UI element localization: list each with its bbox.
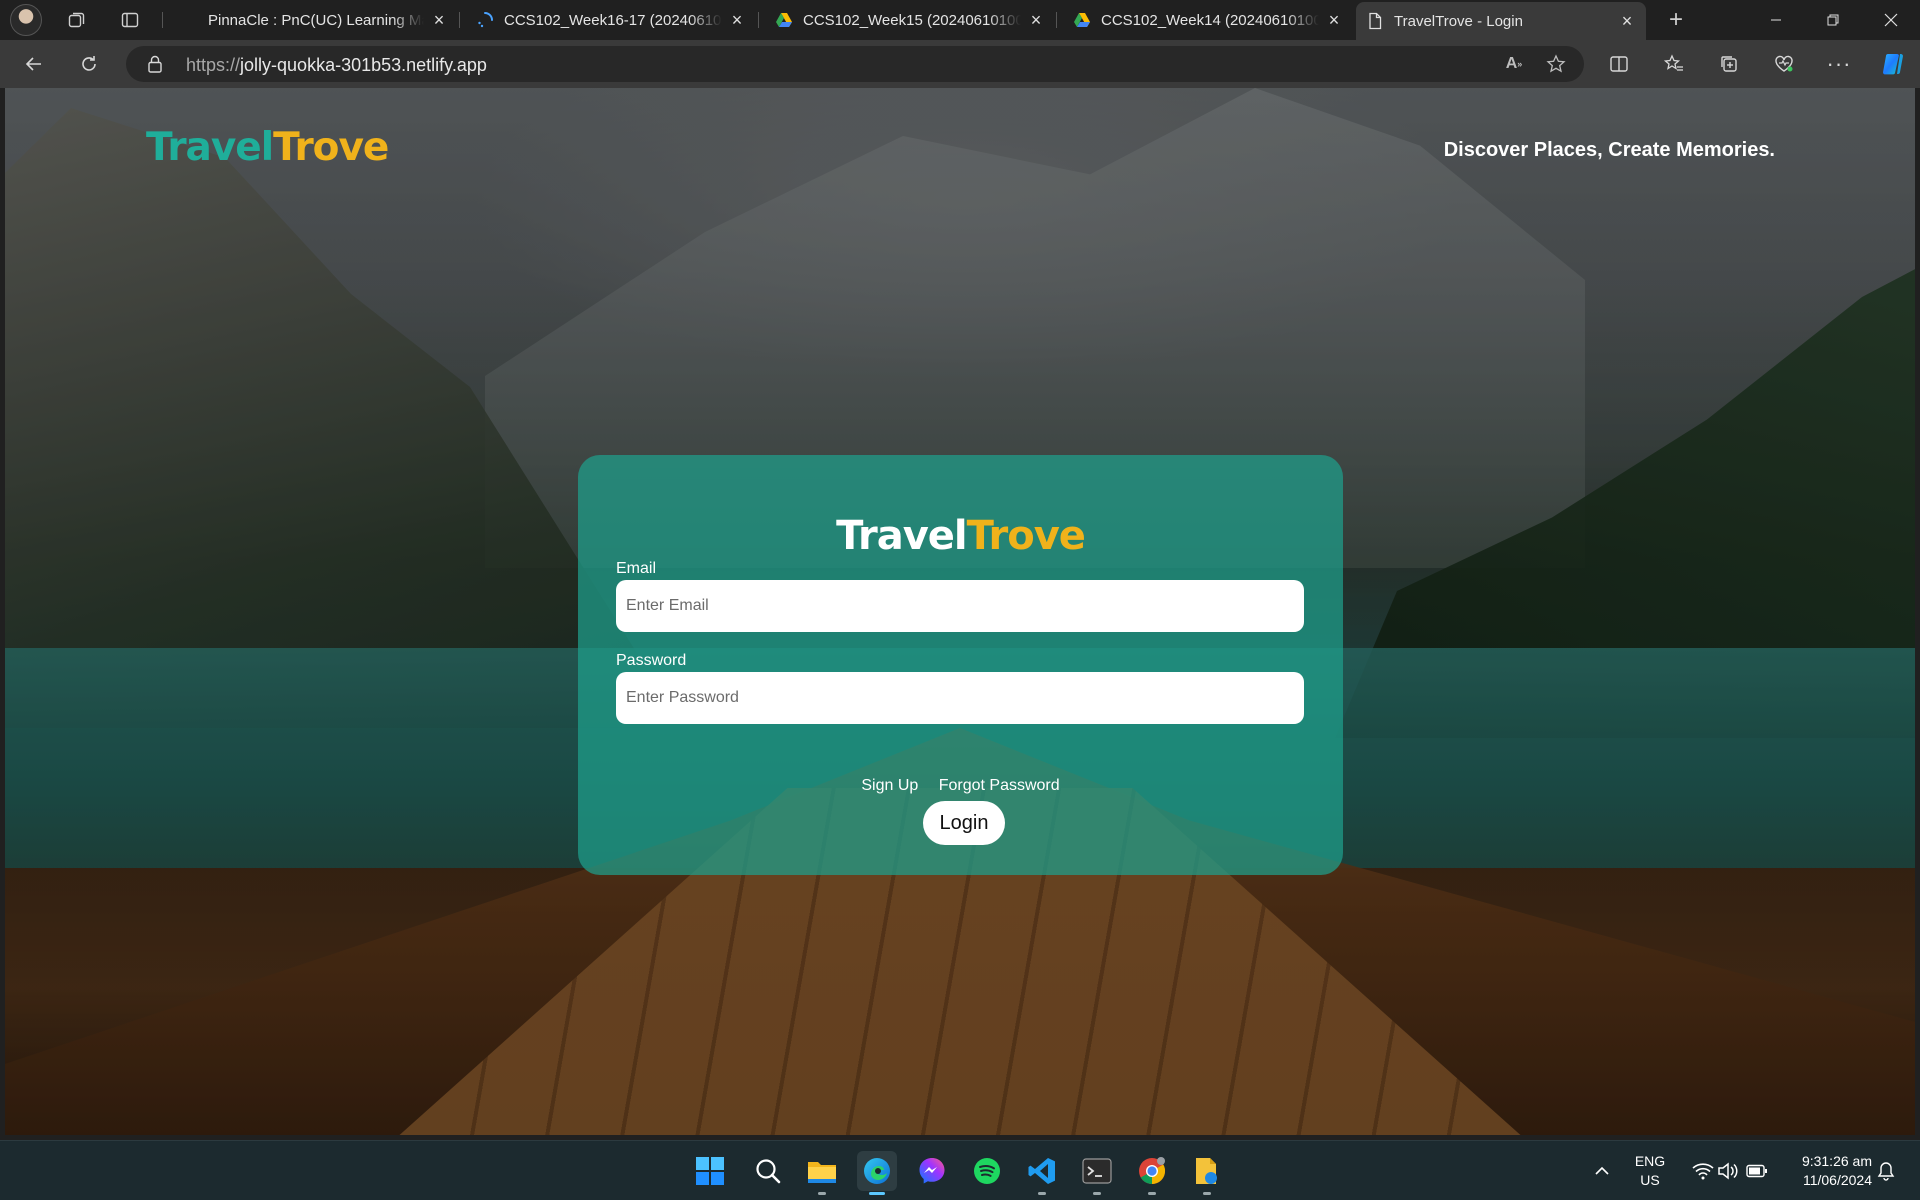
- card-title-travel: Travel: [836, 513, 968, 559]
- workspaces-icon[interactable]: [65, 8, 89, 32]
- file-app-icon[interactable]: [1187, 1151, 1227, 1195]
- site-logo[interactable]: TravelTrove: [146, 125, 389, 170]
- tab-pinnacle[interactable]: PinnaCle : PnC(UC) Learning Mar ×: [170, 4, 458, 36]
- language-indicator[interactable]: ENG US: [1628, 1152, 1672, 1190]
- site-tagline: Discover Places, Create Memories.: [1443, 139, 1775, 161]
- minimize-icon[interactable]: [1753, 0, 1799, 40]
- tab-title: CCS102_Week15 (2024061010085: [803, 11, 1021, 29]
- split-screen-icon[interactable]: [1605, 50, 1633, 78]
- favorites-icon[interactable]: [1660, 50, 1688, 78]
- search-icon[interactable]: [748, 1151, 788, 1191]
- url-text[interactable]: https://jolly-quokka-301b53.netlify.app: [186, 55, 487, 76]
- browser-tab-strip: PinnaCle : PnC(UC) Learning Mar × CCS102…: [0, 0, 1920, 40]
- page-icon: [1366, 12, 1384, 30]
- messenger-icon[interactable]: [912, 1151, 952, 1191]
- spotify-icon[interactable]: [967, 1151, 1007, 1191]
- tab-separator: [459, 12, 460, 28]
- url-host: jolly-quokka-301b53.netlify.app: [240, 55, 487, 75]
- window-close-icon[interactable]: [1868, 0, 1914, 40]
- close-icon[interactable]: ×: [1027, 10, 1045, 30]
- collections-icon[interactable]: [1715, 50, 1743, 78]
- login-button[interactable]: Login: [923, 801, 1005, 845]
- favorite-star-icon[interactable]: [1544, 52, 1568, 76]
- password-field[interactable]: [616, 672, 1304, 724]
- tab-actions-icon[interactable]: [118, 8, 142, 32]
- login-card: TravelTrove Email Password Sign Up Forgo…: [578, 455, 1343, 875]
- profile-avatar[interactable]: [10, 4, 42, 36]
- back-icon[interactable]: [20, 50, 48, 78]
- running-indicator: [818, 1192, 826, 1195]
- lock-icon[interactable]: [148, 55, 162, 73]
- vscode-icon[interactable]: [1022, 1151, 1062, 1195]
- copilot-icon[interactable]: [1879, 50, 1907, 78]
- page-viewport: TravelTrove Discover Places, Create Memo…: [5, 88, 1915, 1135]
- tab-title: CCS102_Week14 (2024061010085: [1101, 11, 1319, 29]
- clock-time: 9:31:26 am: [1801, 1153, 1872, 1169]
- browser-essentials-icon[interactable]: [1770, 50, 1798, 78]
- close-icon[interactable]: ×: [1325, 10, 1343, 30]
- running-indicator: [1148, 1192, 1156, 1195]
- running-indicator: [1038, 1192, 1046, 1195]
- close-icon[interactable]: ×: [430, 10, 448, 30]
- login-card-title: TravelTrove: [578, 513, 1343, 559]
- chrome-icon[interactable]: [1132, 1151, 1172, 1195]
- logo-part-trove: Trove: [273, 125, 389, 170]
- running-indicator: [1203, 1192, 1211, 1195]
- pinnacle-icon: [180, 11, 198, 29]
- tab-separator: [1056, 12, 1057, 28]
- tab-separator: [162, 12, 163, 28]
- tab-separator: [758, 12, 759, 28]
- address-bar[interactable]: https://jolly-quokka-301b53.netlify.app …: [126, 46, 1584, 82]
- close-icon[interactable]: ×: [1618, 11, 1636, 31]
- auth-links: Sign Up Forgot Password: [578, 777, 1343, 795]
- google-drive-icon: [1073, 11, 1091, 29]
- logo-part-travel: Travel: [146, 125, 274, 170]
- sign-up-link[interactable]: Sign Up: [861, 777, 918, 794]
- terminal-icon[interactable]: [1077, 1151, 1117, 1195]
- browser-toolbar: https://jolly-quokka-301b53.netlify.app …: [0, 40, 1920, 88]
- tab-title: TravelTrove - Login: [1394, 12, 1523, 30]
- read-aloud-icon[interactable]: A»: [1502, 52, 1526, 76]
- active-indicator: [869, 1192, 885, 1195]
- notification-bell-icon[interactable]: [1866, 1151, 1906, 1191]
- refresh-icon[interactable]: [75, 50, 103, 78]
- tab-title: CCS102_Week16-17 (20240610100: [504, 11, 722, 29]
- email-field[interactable]: [616, 580, 1304, 632]
- email-label: Email: [616, 560, 657, 577]
- region-code: US: [1640, 1172, 1660, 1188]
- show-hidden-icons-chevron-icon[interactable]: [1582, 1151, 1622, 1191]
- tab-ccs102-week14[interactable]: CCS102_Week14 (2024061010085 ×: [1063, 4, 1353, 36]
- language-code: ENG: [1634, 1153, 1666, 1169]
- url-scheme: https://: [186, 55, 241, 75]
- clock-date: 11/06/2024: [1802, 1172, 1872, 1188]
- google-drive-icon: [775, 11, 793, 29]
- new-tab-icon[interactable]: +: [1664, 6, 1688, 33]
- password-label: Password: [616, 652, 687, 669]
- tab-title: PinnaCle : PnC(UC) Learning Mar: [208, 11, 424, 29]
- close-icon[interactable]: ×: [728, 10, 746, 30]
- more-options-icon[interactable]: ···: [1825, 50, 1853, 78]
- running-indicator: [1093, 1192, 1101, 1195]
- card-title-trove: Trove: [966, 513, 1086, 559]
- tab-ccs102-week16-17[interactable]: CCS102_Week16-17 (20240610100 ×: [466, 4, 756, 36]
- forgot-password-link[interactable]: Forgot Password: [939, 777, 1060, 794]
- loading-icon: [476, 11, 494, 29]
- tab-ccs102-week15[interactable]: CCS102_Week15 (2024061010085 ×: [765, 4, 1055, 36]
- battery-icon[interactable]: [1737, 1151, 1777, 1191]
- clock[interactable]: 9:31:26 am 11/06/2024: [1780, 1152, 1872, 1190]
- edge-icon[interactable]: [857, 1151, 897, 1195]
- file-explorer-icon[interactable]: [802, 1151, 842, 1195]
- restore-icon[interactable]: [1810, 0, 1856, 40]
- windows-taskbar: ENG US 9:31:26 am 11/06/2024: [0, 1140, 1920, 1200]
- tab-traveltrove-login[interactable]: TravelTrove - Login ×: [1356, 2, 1646, 40]
- windows-start-icon[interactable]: [690, 1151, 730, 1191]
